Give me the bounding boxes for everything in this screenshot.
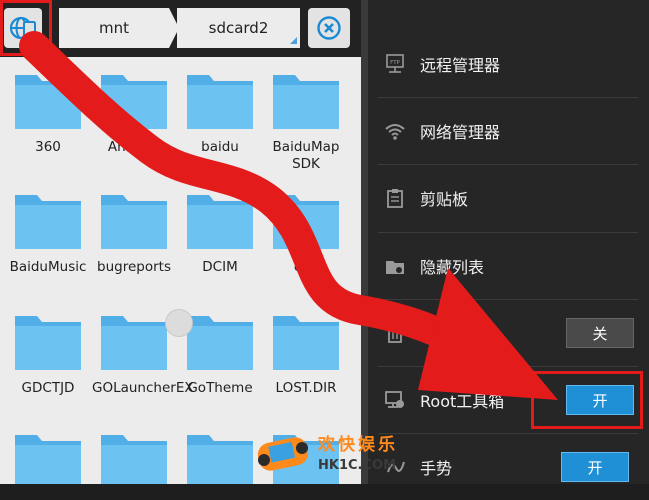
menu-item-remote-manager[interactable]: FTP 远程管理器 (368, 31, 649, 97)
folder-icon (15, 435, 81, 484)
menu-item-label: 隐藏列表 (420, 258, 485, 277)
folder-icon (187, 195, 253, 249)
folder-name: BaiduMusic (9, 259, 87, 275)
gesture-toggle[interactable]: 开 (561, 452, 629, 482)
folder-icon (101, 435, 167, 484)
toggle-label: 关 (592, 324, 608, 343)
folder-name: DCIM (202, 259, 238, 275)
folder-icon (15, 316, 81, 370)
menu-item-hidden-list[interactable]: 隐藏列表 (368, 233, 649, 299)
folder-item[interactable]: BaiduMap SDK (264, 69, 348, 173)
folder-icon (187, 435, 253, 484)
folder-item[interactable]: baidu (178, 69, 262, 156)
folder-name: BaiduMap SDK (272, 139, 340, 172)
menu-item-label: 网络管理器 (420, 123, 501, 142)
folder-name: LOST.DIR (275, 380, 337, 396)
close-button[interactable] (308, 8, 350, 48)
folder-name: bugreports (97, 259, 171, 275)
folder-item[interactable] (6, 429, 90, 484)
menu-item-label: 远程管理器 (420, 56, 501, 75)
folder-item[interactable]: LOST.DIR (264, 310, 348, 397)
breadcrumb-label: mnt (99, 19, 129, 37)
scroll-handle[interactable] (165, 309, 193, 337)
toggle-label: 开 (587, 458, 603, 477)
folder-icon (101, 195, 167, 249)
menu-item-network-manager[interactable]: 网络管理器 (368, 98, 649, 164)
menu-item-clipboard[interactable]: 剪贴板 (368, 165, 649, 231)
hidden-folder-icon (386, 261, 404, 274)
folder-name: ecp (293, 259, 319, 275)
folder-name: 360 (35, 139, 61, 155)
folder-icon (187, 316, 253, 370)
trash-icon (387, 326, 403, 343)
dropdown-caret-icon (290, 37, 297, 44)
folder-item[interactable]: GOLauncherEX (92, 310, 194, 397)
folder-name: GoTheme (187, 380, 253, 396)
folder-item[interactable]: DCIM (178, 189, 262, 276)
folder-name: GDCTJD (21, 380, 75, 396)
folder-icon (273, 195, 339, 249)
folder-item[interactable]: 360 (6, 69, 90, 156)
menu-item-label: 手势 (420, 459, 453, 478)
folder-item[interactable]: GDCTJD (6, 310, 90, 397)
folder-icon (187, 75, 253, 129)
folder-icon (273, 316, 339, 370)
watermark: 欢快娱乐 HK1C.COM (252, 424, 422, 484)
root-tools-icon (385, 391, 404, 408)
highlight-box-navigation (0, 0, 52, 56)
folder-icon (101, 75, 167, 129)
folder-name: GOLauncherEX (92, 380, 194, 396)
folder-icon (101, 316, 167, 370)
file-browser-panel: mnt sdcard2 360 Android baidu BaiduMap S… (0, 0, 361, 484)
clipboard-icon (387, 189, 403, 208)
watermark-title: 欢快娱乐 (318, 435, 398, 455)
folder-icon (15, 75, 81, 129)
breadcrumb-mnt[interactable]: mnt (59, 8, 169, 48)
menu-item-recycle-bin[interactable]: 关 (368, 300, 649, 366)
recycle-bin-toggle[interactable]: 关 (566, 318, 634, 348)
breadcrumb-label: sdcard2 (208, 19, 269, 37)
folder-item[interactable]: bugreports (92, 189, 176, 276)
folder-grid: 360 Android baidu BaiduMap SDK BaiduMusi… (0, 57, 361, 484)
folder-item[interactable]: ecp (264, 189, 348, 276)
folder-icon (15, 195, 81, 249)
watermark-site: HK1C.COM (318, 458, 397, 473)
menu-item-label: 剪贴板 (420, 190, 469, 209)
close-circle-icon (317, 16, 341, 40)
folder-icon (273, 75, 339, 129)
svg-text:FTP: FTP (390, 60, 400, 66)
path-toolbar: mnt sdcard2 (0, 0, 361, 57)
handheld-console-logo-icon (257, 437, 309, 471)
folder-item[interactable] (92, 429, 176, 484)
folder-name: baidu (201, 139, 239, 155)
folder-name: Android (107, 139, 161, 155)
highlight-box-root-toggle (531, 371, 643, 429)
folder-item[interactable]: BaiduMusic (6, 189, 90, 276)
breadcrumb-sdcard2[interactable]: sdcard2 (177, 8, 300, 48)
menu-item-label: Root工具箱 (420, 392, 505, 411)
wifi-icon (385, 124, 405, 140)
folder-item[interactable] (178, 429, 262, 484)
ftp-icon: FTP (386, 54, 404, 73)
folder-item[interactable]: Android (92, 69, 176, 156)
